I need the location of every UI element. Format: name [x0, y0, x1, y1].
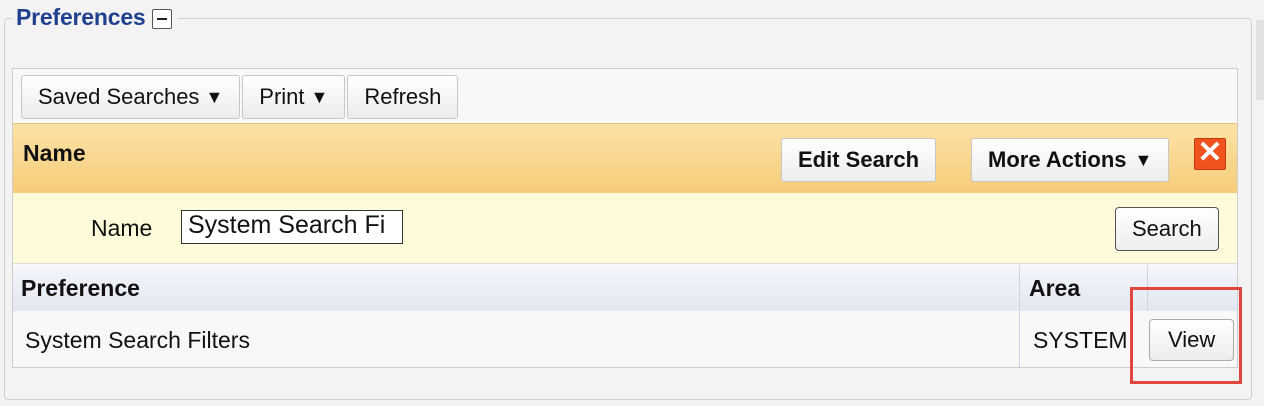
section-legend: Preferences	[12, 4, 178, 31]
column-header-area[interactable]: Area	[1029, 275, 1080, 302]
saved-searches-button[interactable]: Saved Searches ▼	[21, 75, 241, 119]
caret-down-icon: ▼	[205, 86, 224, 107]
preferences-panel: Saved Searches ▼ Print ▼ Refresh Name Ed…	[12, 68, 1238, 368]
name-bar-title: Name	[23, 140, 86, 166]
print-button[interactable]: Print ▼	[242, 75, 346, 119]
caret-down-icon: ▼	[310, 86, 329, 107]
caret-down-icon: ▼	[1134, 149, 1153, 170]
column-divider	[1147, 265, 1148, 311]
toolbar: Saved Searches ▼ Print ▼ Refresh	[21, 75, 459, 119]
print-label: Print	[259, 84, 305, 109]
section-title: Preferences	[16, 4, 146, 30]
filter-row: Name System Search Fi Search	[13, 193, 1237, 264]
view-button[interactable]: View	[1149, 319, 1235, 361]
preference-cell: System Search Filters	[25, 327, 250, 353]
column-divider	[1019, 311, 1020, 367]
collapse-icon[interactable]	[151, 8, 172, 29]
name-header-bar: Name Edit Search More Actions ▼ ✕	[13, 123, 1237, 195]
page-scrollbar[interactable]	[1256, 20, 1264, 100]
refresh-button[interactable]: Refresh	[347, 75, 459, 119]
close-icon[interactable]: ✕	[1194, 138, 1226, 170]
more-actions-label: More Actions	[988, 147, 1127, 172]
name-filter-label: Name	[91, 215, 153, 241]
table-row: System Search Filters SYSTEM View	[13, 311, 1237, 367]
column-header-preference[interactable]: Preference	[21, 275, 140, 302]
edit-search-button[interactable]: Edit Search	[781, 138, 937, 182]
search-button[interactable]: Search	[1115, 207, 1219, 251]
grid-header: Preference Area	[13, 265, 1237, 312]
saved-searches-label: Saved Searches	[38, 84, 200, 109]
area-cell: SYSTEM	[1033, 327, 1128, 353]
name-filter-input[interactable]: System Search Fi	[181, 210, 403, 244]
column-divider	[1019, 265, 1020, 311]
more-actions-button[interactable]: More Actions ▼	[971, 138, 1170, 182]
